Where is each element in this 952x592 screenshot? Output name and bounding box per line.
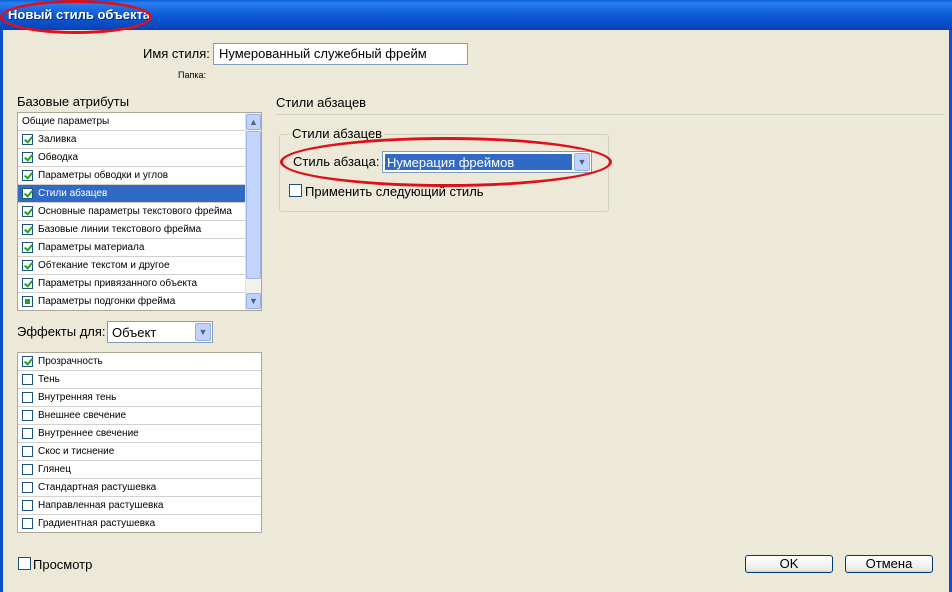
cancel-button[interactable]: Отмена: [845, 555, 933, 573]
effect-row[interactable]: Тень: [18, 371, 261, 389]
base-attribute-label: Параметры привязанного объекта: [38, 278, 198, 289]
base-attributes-scrollbar[interactable]: ▲ ▼: [245, 113, 261, 310]
base-attribute-row[interactable]: Обтекание текстом и другое: [18, 257, 246, 275]
base-attribute-label: Параметры материала: [38, 242, 145, 253]
paragraph-style-select[interactable]: Нумерация фреймов ▼: [382, 151, 592, 173]
effect-label: Направленная растушевка: [38, 500, 164, 511]
base-attribute-label: Заливка: [38, 134, 77, 145]
base-attribute-row[interactable]: Параметры материала: [18, 239, 246, 257]
base-attribute-checkbox[interactable]: [22, 152, 33, 163]
base-attribute-checkbox[interactable]: [22, 242, 33, 253]
base-attribute-row[interactable]: Основные параметры текстового фрейма: [18, 203, 246, 221]
apply-next-style-label: Применить следующий стиль: [305, 184, 484, 199]
effect-label: Градиентная растушевка: [38, 518, 156, 529]
preview-label: Просмотр: [33, 557, 93, 572]
effect-row[interactable]: Градиентная растушевка: [18, 515, 261, 532]
base-attribute-row[interactable]: Параметры подгонки фрейма: [18, 293, 246, 310]
base-attribute-row[interactable]: Заливка: [18, 131, 246, 149]
base-attribute-label: Обводка: [38, 152, 79, 163]
base-attribute-label: Параметры подгонки фрейма: [38, 296, 176, 307]
scroll-up-icon[interactable]: ▲: [246, 114, 261, 130]
base-attribute-row[interactable]: Параметры привязанного объекта: [18, 275, 246, 293]
effect-row[interactable]: Стандартная растушевка: [18, 479, 261, 497]
paragraph-style-label: Стиль абзаца:: [293, 154, 380, 169]
window-frame-left: [0, 30, 3, 592]
base-attribute-row[interactable]: Обводка: [18, 149, 246, 167]
folder-label: Папка:: [178, 70, 206, 80]
effect-label: Скос и тиснение: [38, 446, 115, 457]
effect-label: Внутренняя тень: [38, 392, 117, 403]
effect-row[interactable]: Внешнее свечение: [18, 407, 261, 425]
effect-row[interactable]: Глянец: [18, 461, 261, 479]
base-attribute-checkbox[interactable]: [22, 170, 33, 181]
base-attribute-row[interactable]: Стили абзацев: [18, 185, 246, 203]
effect-checkbox[interactable]: [22, 392, 33, 403]
effect-label: Тень: [38, 374, 60, 385]
effect-checkbox[interactable]: [22, 518, 33, 529]
effect-checkbox[interactable]: [22, 500, 33, 511]
base-attribute-checkbox[interactable]: [22, 134, 33, 145]
base-attribute-row[interactable]: Общие параметры: [18, 113, 246, 131]
effect-checkbox[interactable]: [22, 356, 33, 367]
base-attribute-row[interactable]: Параметры обводки и углов: [18, 167, 246, 185]
base-attribute-label: Основные параметры текстового фрейма: [38, 206, 232, 217]
panel-heading: Стили абзацев: [276, 95, 367, 110]
effect-row[interactable]: Скос и тиснение: [18, 443, 261, 461]
effects-target-select[interactable]: Объект ▼: [107, 321, 213, 343]
base-attributes-heading: Базовые атрибуты: [17, 94, 130, 109]
effect-label: Внутреннее свечение: [38, 428, 139, 439]
effect-checkbox[interactable]: [22, 374, 33, 385]
effects-target-value: Объект: [112, 325, 157, 340]
effect-label: Прозрачность: [38, 356, 103, 367]
style-name-input[interactable]: Нумерованный служебный фрейм: [213, 43, 468, 65]
base-attribute-checkbox[interactable]: [22, 278, 33, 289]
panel-heading-divider: [276, 114, 944, 115]
base-attribute-label: Стили абзацев: [38, 188, 108, 199]
ok-button[interactable]: OK: [745, 555, 833, 573]
apply-next-style-checkbox[interactable]: [289, 184, 302, 197]
effect-row[interactable]: Прозрачность: [18, 353, 261, 371]
effect-row[interactable]: Внутреннее свечение: [18, 425, 261, 443]
effect-checkbox[interactable]: [22, 410, 33, 421]
base-attribute-row[interactable]: Базовые линии текстового фрейма: [18, 221, 246, 239]
effect-checkbox[interactable]: [22, 482, 33, 493]
scroll-thumb[interactable]: [246, 131, 261, 279]
base-attribute-label: Базовые линии текстового фрейма: [38, 224, 202, 235]
effect-label: Глянец: [38, 464, 71, 475]
base-attribute-label: Параметры обводки и углов: [38, 170, 169, 181]
title-bar[interactable]: Новый стиль объекта: [0, 0, 952, 30]
effect-label: Внешнее свечение: [38, 410, 127, 421]
chevron-down-icon[interactable]: ▼: [195, 323, 211, 341]
base-attribute-label: Обтекание текстом и другое: [38, 260, 170, 271]
base-attribute-label: Общие параметры: [22, 116, 110, 127]
preview-checkbox[interactable]: [18, 557, 31, 570]
window-title: Новый стиль объекта: [8, 7, 151, 22]
effect-label: Стандартная растушевка: [38, 482, 157, 493]
effects-for-label: Эффекты для:: [17, 324, 106, 339]
effect-checkbox[interactable]: [22, 428, 33, 439]
base-attribute-checkbox[interactable]: [22, 206, 33, 217]
group-title: Стили абзацев: [290, 126, 385, 141]
paragraph-styles-group: [279, 134, 609, 212]
base-attribute-checkbox[interactable]: [22, 296, 33, 307]
scroll-down-icon[interactable]: ▼: [246, 293, 261, 309]
base-attribute-checkbox[interactable]: [22, 260, 33, 271]
chevron-down-icon[interactable]: ▼: [574, 153, 590, 171]
effect-row[interactable]: Внутренняя тень: [18, 389, 261, 407]
paragraph-style-value: Нумерация фреймов: [387, 155, 515, 170]
effect-checkbox[interactable]: [22, 464, 33, 475]
effects-list: Прозрачность Тень Внутренняя тень Внешнее с…: [17, 352, 262, 533]
base-attribute-checkbox[interactable]: [22, 188, 33, 199]
style-name-label: Имя стиля:: [143, 46, 210, 61]
effect-checkbox[interactable]: [22, 446, 33, 457]
base-attribute-checkbox[interactable]: [22, 224, 33, 235]
base-attributes-list: Общие параметры Заливка Обводка Параметры о…: [17, 112, 262, 311]
effect-row[interactable]: Направленная растушевка: [18, 497, 261, 515]
